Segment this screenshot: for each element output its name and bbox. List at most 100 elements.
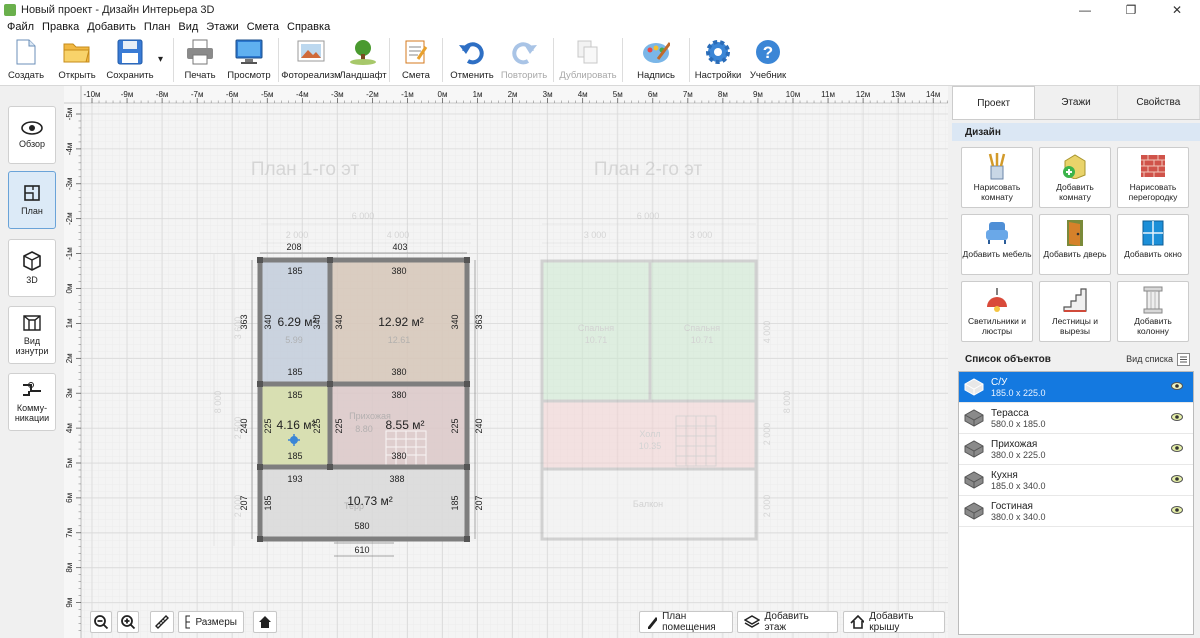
add-furniture-button[interactable]: Добавить мебель	[961, 214, 1033, 275]
ruler-label: 13м	[891, 90, 905, 99]
add-column-button[interactable]: Добавить колонну	[1117, 281, 1189, 342]
draw-partition-button[interactable]: Нарисовать перегородку	[1117, 147, 1189, 208]
room-plan-button[interactable]: План помещения	[639, 611, 733, 633]
app-icon	[4, 3, 16, 16]
redo-button[interactable]: Повторить	[498, 34, 550, 86]
measure-button[interactable]	[150, 611, 174, 633]
ruler-label: -8м	[156, 90, 169, 99]
menu-floors[interactable]: Этажи	[202, 21, 242, 33]
dim: 380	[391, 266, 406, 276]
menu-estimate[interactable]: Смета	[243, 21, 283, 33]
ruler-label: 3м	[543, 90, 553, 99]
roof-icon	[850, 615, 865, 629]
print-button[interactable]: Печать	[177, 34, 223, 86]
list-item[interactable]: Прихожая 380.0 x 225.0	[959, 434, 1193, 465]
dim: 403	[392, 242, 407, 252]
sizes-button[interactable]: Размеры	[178, 611, 244, 633]
estimate-button[interactable]: Смета	[393, 34, 439, 86]
home-icon	[259, 616, 271, 628]
maximize-button[interactable]: ❐	[1108, 0, 1154, 19]
add-lighting-button[interactable]: Светильники и люстры	[961, 281, 1033, 342]
faint-dim: 2 000	[762, 495, 772, 518]
duplicate-button[interactable]: Дублировать	[557, 34, 619, 86]
visibility-eye-icon[interactable]	[1171, 475, 1183, 483]
inside-view-button[interactable]: Вид изнутри	[8, 306, 56, 364]
ruler-label: -10м	[83, 90, 100, 99]
faint-dim: 3 000	[690, 230, 713, 240]
plan-drawing[interactable]: -10м -9м -8м -7м -6м -5м -4м -3м -2м -1м 0м 1м 2м 3м 4…	[64, 86, 948, 638]
photoreal-button[interactable]: Фотореализм	[281, 34, 341, 86]
room-box-icon	[964, 378, 984, 396]
add-window-button[interactable]: Добавить окно	[1117, 214, 1189, 275]
menu-file[interactable]: Файл	[3, 21, 38, 33]
visibility-eye-icon[interactable]	[1171, 382, 1183, 390]
open-button[interactable]: Открыть	[52, 34, 102, 86]
plan-title-2: План 2-го эт	[594, 159, 703, 180]
plan-view-button[interactable]: План	[8, 171, 56, 229]
faint-room-area: 5.99	[285, 335, 303, 345]
preview-button[interactable]: Просмотр	[223, 34, 275, 86]
draw-room-button[interactable]: Нарисовать комнату	[961, 147, 1033, 208]
save-button[interactable]: Сохранить	[102, 34, 158, 86]
tab-properties[interactable]: Свойства	[1117, 86, 1200, 119]
communications-button[interactable]: Комму-никации	[8, 373, 56, 431]
settings-button[interactable]: Настройки	[693, 34, 743, 86]
menu-view[interactable]: Вид	[174, 21, 202, 33]
zoom-in-button[interactable]	[117, 611, 139, 633]
stairs-icon	[1061, 286, 1089, 314]
dim: 208	[286, 242, 301, 252]
window-title: Новый проект - Дизайн Интерьера 3D	[21, 3, 215, 16]
list-item[interactable]: Кухня 185.0 x 340.0	[959, 465, 1193, 496]
zoom-out-button[interactable]	[90, 611, 112, 633]
3d-view-button[interactable]: 3D	[8, 239, 56, 297]
add-room-icon	[1061, 152, 1089, 180]
plan-canvas[interactable]: -10м -9м -8м -7м -6м -5м -4м -3м -2м -1м 0м 1м 2м 3м 4…	[64, 86, 948, 638]
label-button[interactable]: Надпись	[626, 34, 686, 86]
ruler-label: -3м	[65, 177, 74, 190]
dim: 225	[312, 418, 322, 433]
room-box-icon	[964, 440, 984, 458]
dim: 185	[263, 495, 273, 510]
list-item[interactable]: С/У 185.0 x 225.0	[959, 372, 1193, 403]
minimize-button[interactable]: —	[1062, 0, 1108, 19]
add-stairs-button[interactable]: Лестницы и вырезы	[1039, 281, 1111, 342]
undo-button[interactable]: Отменить	[446, 34, 498, 86]
floor-plan-1[interactable]: 5.99 12.61 Прихожая 8.80 Терр 6.29 м² 12…	[239, 242, 484, 557]
view-list-toggle[interactable]: Вид списка	[1126, 352, 1190, 366]
overview-button[interactable]: Обзор	[8, 106, 56, 164]
landscape-button[interactable]: Ландшафт	[339, 34, 387, 86]
add-roof-button[interactable]: Добавить крышу	[843, 611, 945, 633]
dim: 380	[391, 451, 406, 461]
menu-help[interactable]: Справка	[283, 21, 334, 33]
menu-edit[interactable]: Правка	[38, 21, 83, 33]
column-icon	[1139, 286, 1167, 314]
list-item[interactable]: Терасса 580.0 x 185.0	[959, 403, 1193, 434]
tutorial-button[interactable]: ? Учебник	[743, 34, 793, 86]
menu-add[interactable]: Добавить	[83, 21, 140, 33]
visibility-eye-icon[interactable]	[1171, 413, 1183, 421]
pencil-plan-icon	[648, 617, 658, 629]
menu-plan[interactable]: План	[140, 21, 175, 33]
pencils-icon	[983, 152, 1011, 180]
list-item[interactable]: Гостиная 380.0 x 340.0	[959, 496, 1193, 527]
design-header: Дизайн	[952, 123, 1200, 141]
folder-icon	[63, 38, 91, 66]
visibility-eye-icon[interactable]	[1171, 444, 1183, 452]
ruler-label: 2м	[508, 90, 518, 99]
floppy-disk-icon	[116, 38, 144, 66]
tab-project[interactable]: Проект	[952, 86, 1036, 119]
zoom-in-icon	[121, 615, 136, 630]
ruler-label: 3м	[65, 388, 74, 398]
create-button[interactable]: Создать	[0, 34, 52, 86]
tab-floors[interactable]: Этажи	[1035, 86, 1118, 119]
dim: 340	[334, 314, 344, 329]
add-door-button[interactable]: Добавить дверь	[1039, 214, 1111, 275]
save-dropdown-arrow[interactable]: ▾	[158, 34, 170, 65]
dim: 207	[474, 495, 484, 510]
tree-icon	[349, 38, 377, 66]
add-floor-button[interactable]: Добавить этаж	[737, 611, 838, 633]
add-room-button[interactable]: Добавить комнату	[1039, 147, 1111, 208]
home-button[interactable]	[253, 611, 277, 633]
visibility-eye-icon[interactable]	[1171, 506, 1183, 514]
close-button[interactable]: ✕	[1154, 0, 1200, 19]
